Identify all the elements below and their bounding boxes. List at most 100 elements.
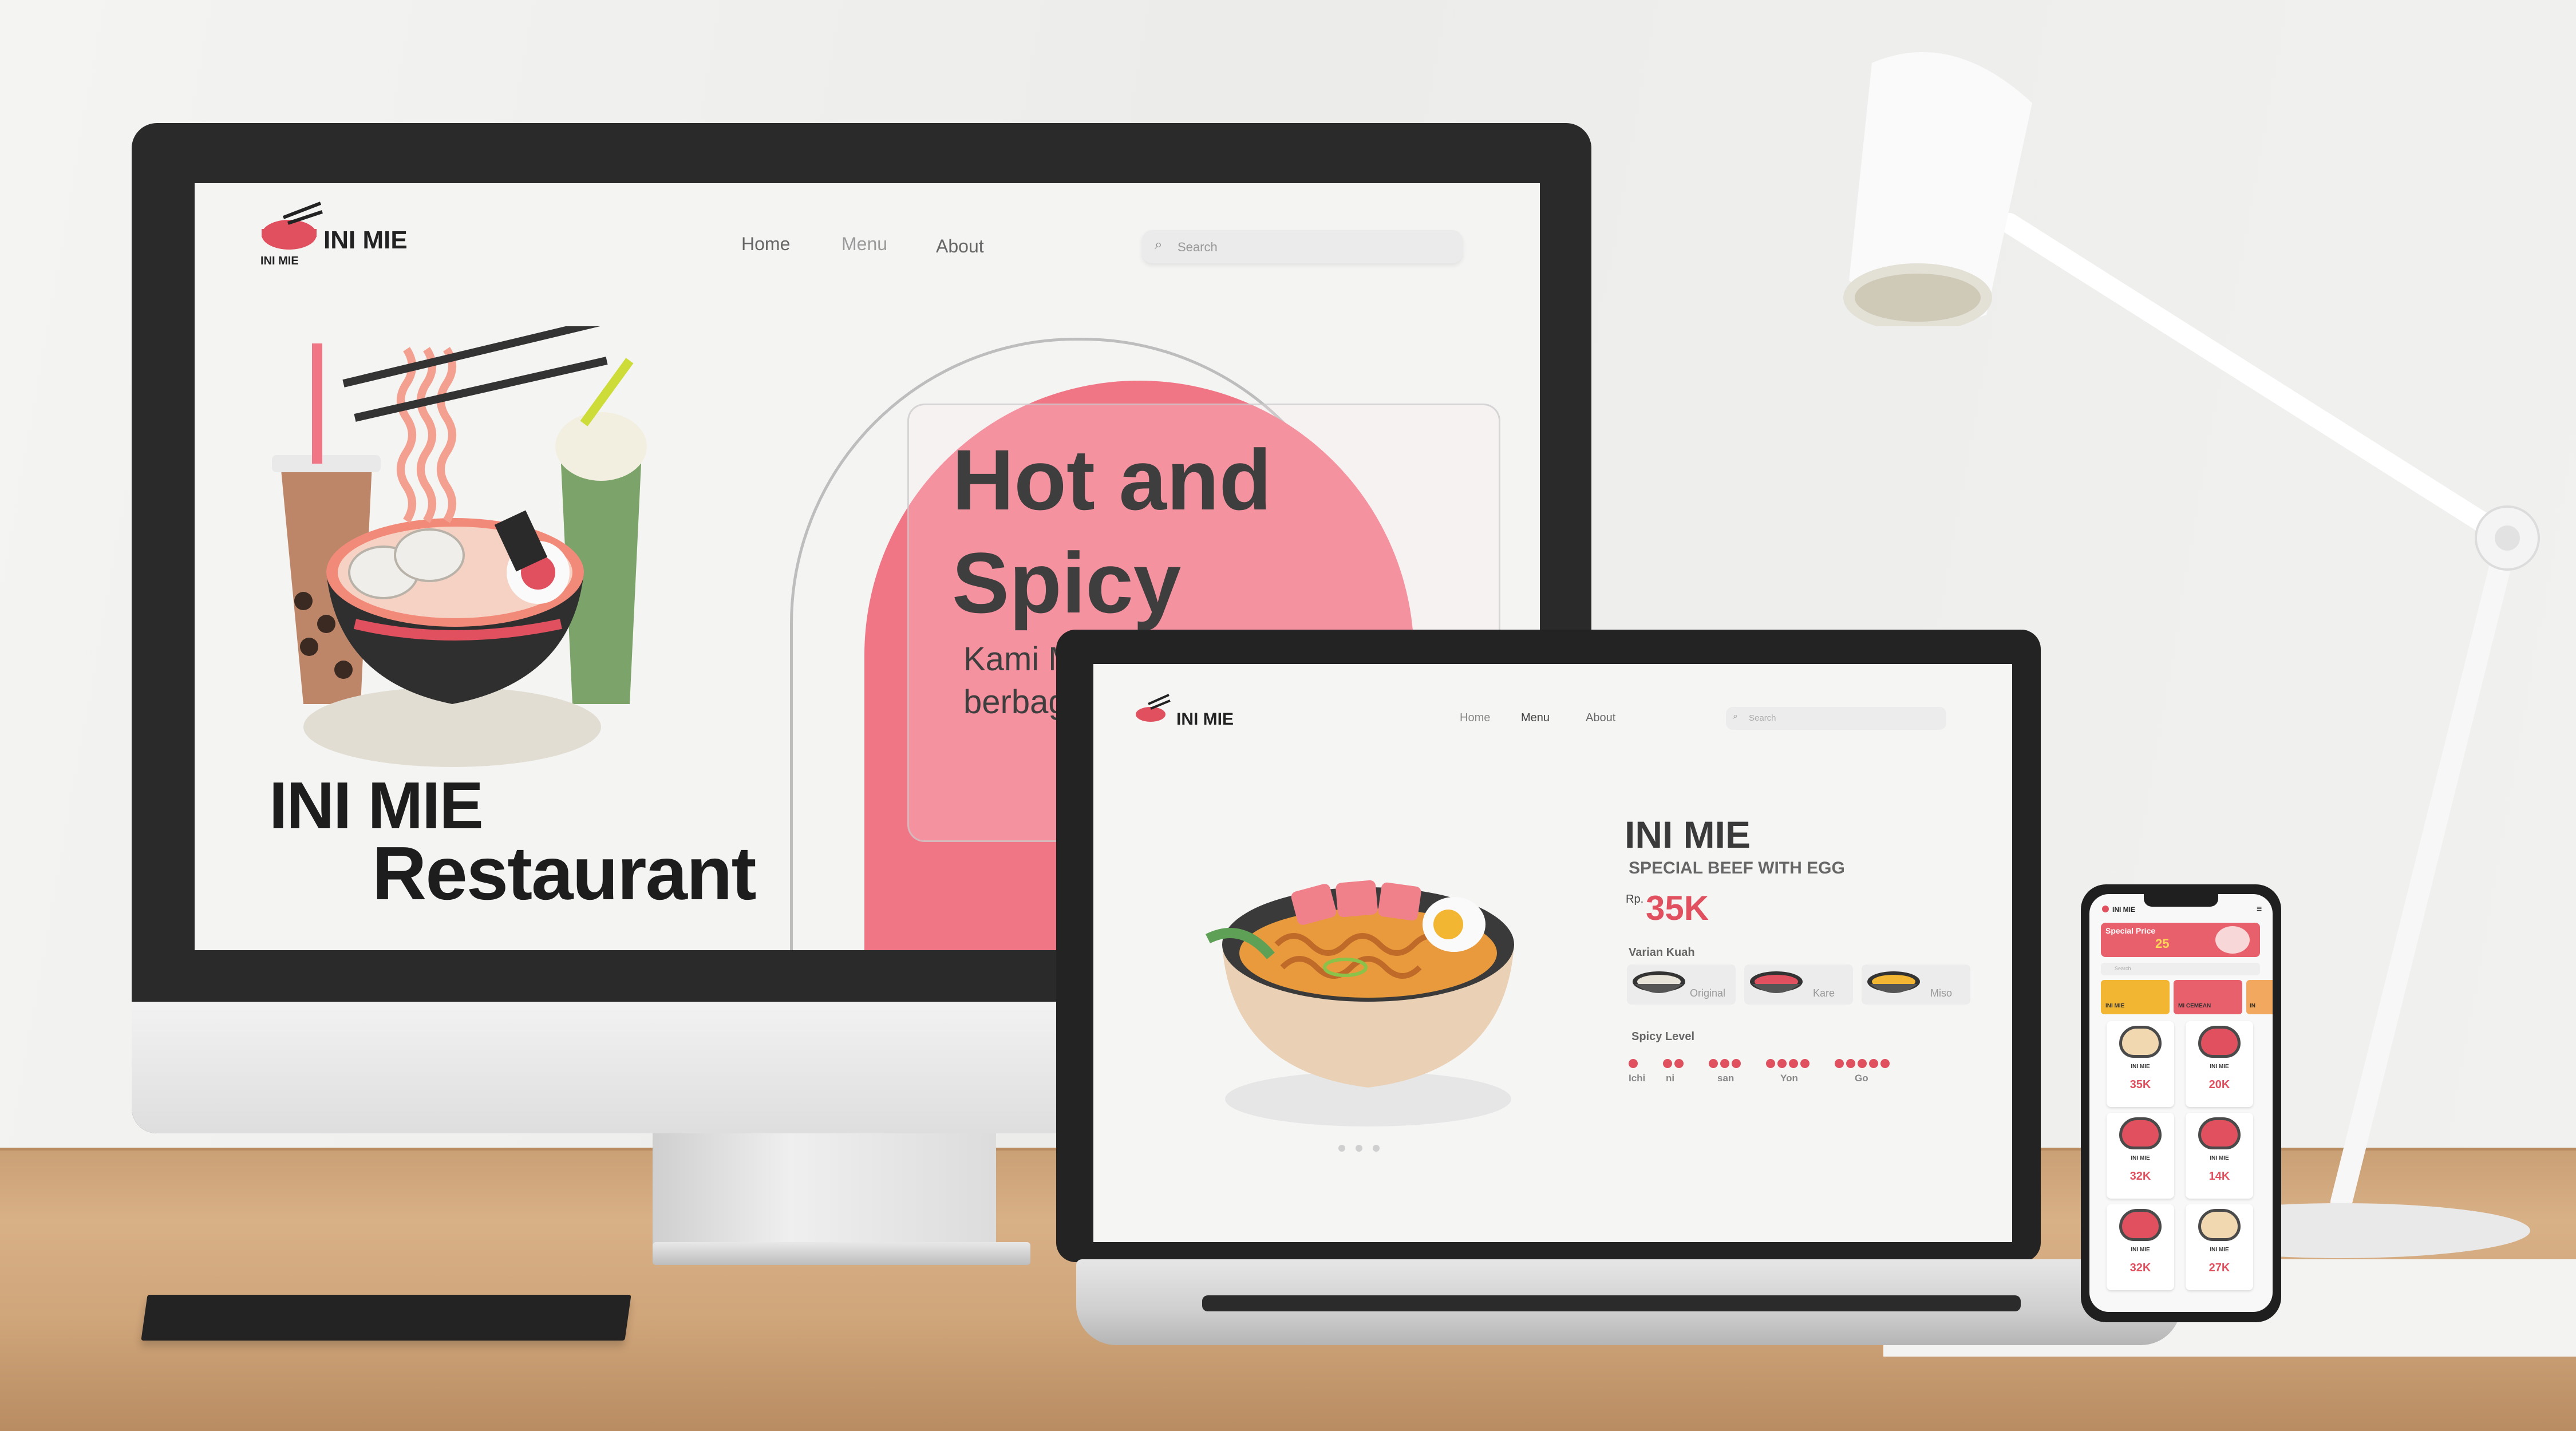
chili-dot-icon bbox=[1674, 1059, 1684, 1068]
spicy-level-label: san bbox=[1717, 1073, 1735, 1084]
menu-item-title: INI MIE bbox=[2131, 1155, 2150, 1161]
brand-name[interactable]: INI MIE bbox=[1176, 710, 1234, 729]
chili-dot-icon bbox=[1835, 1059, 1844, 1068]
monitor-stand-base bbox=[653, 1242, 1030, 1265]
spicy-level-option[interactable]: san bbox=[1709, 1059, 1743, 1093]
spicy-label: Spicy Level bbox=[1631, 1030, 1695, 1043]
carousel-dot[interactable] bbox=[1338, 1145, 1345, 1152]
spicy-level-selector[interactable]: Ichi ni san Yon Go bbox=[1629, 1059, 1949, 1099]
menu-item-card[interactable]: INI MIE 14K bbox=[2186, 1113, 2253, 1199]
ramen-illustration bbox=[272, 326, 647, 767]
menu-grid: INI MIE 35K INI MIE 20K INI MIE 32K INI MIE 14K… bbox=[2107, 1021, 2255, 1307]
broth-option-label: Kare bbox=[1813, 987, 1835, 999]
chili-dot-icon bbox=[1766, 1059, 1775, 1068]
menu-item-title: INI MIE bbox=[2210, 1247, 2229, 1253]
menu-item-title: INI MIE bbox=[2210, 1155, 2229, 1161]
menu-item-title: INI MIE bbox=[2210, 1064, 2229, 1070]
nav-about[interactable]: About bbox=[1586, 711, 1615, 725]
banner-title: Special Price bbox=[2105, 926, 2156, 935]
search-icon: ⌕ bbox=[1155, 237, 1163, 252]
spicy-level-option[interactable]: Go bbox=[1835, 1059, 1892, 1093]
spicy-level-label: Yon bbox=[1780, 1073, 1798, 1084]
brand-name[interactable]: INI MIE bbox=[2112, 906, 2135, 914]
menu-item-price: 32K bbox=[2129, 1262, 2151, 1274]
nav-home[interactable]: Home bbox=[1460, 711, 1490, 725]
laptop-screen: INI MIE Home Menu About ⌕ Search INI MIE… bbox=[1093, 664, 2012, 1242]
chili-dot-icon bbox=[1720, 1059, 1729, 1068]
chili-dot-icon bbox=[1629, 1059, 1638, 1068]
chili-dot-icon bbox=[1869, 1059, 1878, 1068]
spicy-level-option[interactable]: Ichi bbox=[1629, 1059, 1645, 1093]
spicy-level-option[interactable]: ni bbox=[1663, 1059, 1686, 1093]
hamburger-menu-icon[interactable]: ≡ bbox=[2257, 904, 2262, 915]
category-label: INI MIE bbox=[2105, 1003, 2125, 1009]
notebook bbox=[141, 1295, 631, 1341]
chili-dot-icon bbox=[1880, 1059, 1890, 1068]
brand-name[interactable]: INI MIE bbox=[323, 226, 408, 255]
category-row: INI MIE MI CEMEAN IN bbox=[2101, 980, 2273, 1014]
bowl-icon bbox=[1750, 971, 1803, 993]
menu-item-price: 27K bbox=[2208, 1262, 2230, 1274]
spicy-level-option[interactable]: Yon bbox=[1766, 1059, 1812, 1093]
banner-value: 25 bbox=[2155, 936, 2170, 951]
broth-label: Varian Kuah bbox=[1629, 946, 1695, 959]
search-input[interactable]: Search bbox=[2115, 966, 2131, 971]
nav-menu[interactable]: Menu bbox=[841, 234, 887, 255]
search-input[interactable]: Search bbox=[1178, 240, 1218, 255]
bowl-logo-icon[interactable] bbox=[2102, 906, 2109, 912]
menu-item-card[interactable]: INI MIE 32K bbox=[2107, 1204, 2174, 1290]
nav-menu[interactable]: Menu bbox=[1521, 711, 1550, 725]
phone-screen: INI MIE ≡ Special Price 25 Search INI MI… bbox=[2089, 894, 2273, 1312]
carousel-dot[interactable] bbox=[1356, 1145, 1362, 1152]
nav-about[interactable]: About bbox=[936, 236, 984, 257]
category-card[interactable]: MI CEMEAN bbox=[2174, 980, 2242, 1014]
spicy-level-label: Go bbox=[1855, 1073, 1868, 1084]
bowl-icon bbox=[2215, 926, 2250, 954]
search-bar[interactable]: ⌕ Search bbox=[1142, 230, 1463, 263]
broth-option-miso[interactable]: Miso bbox=[1862, 964, 1970, 1005]
spicy-level-label: ni bbox=[1666, 1073, 1675, 1084]
menu-item-card[interactable]: INI MIE 27K bbox=[2186, 1204, 2253, 1290]
category-label: IN bbox=[2250, 1003, 2255, 1009]
category-label: MI CEMEAN bbox=[2178, 1003, 2211, 1009]
menu-item-card[interactable]: INI MIE 32K bbox=[2107, 1113, 2174, 1199]
bowl-icon bbox=[2198, 1209, 2241, 1241]
bowl-logo-icon[interactable] bbox=[1132, 693, 1172, 730]
bowl-icon bbox=[1867, 971, 1920, 993]
bowl-icon bbox=[2119, 1026, 2162, 1058]
hero-title-line2: Spicy bbox=[952, 535, 1182, 631]
broth-option-original[interactable]: Original bbox=[1627, 964, 1736, 1005]
menu-item-card[interactable]: INI MIE 20K bbox=[2186, 1021, 2253, 1107]
bowl-icon bbox=[2119, 1117, 2162, 1149]
chili-dot-icon bbox=[1789, 1059, 1798, 1068]
bowl-icon bbox=[2198, 1026, 2241, 1058]
restaurant-title-line2: Restaurant bbox=[372, 831, 757, 915]
hero-title-line1: Hot and bbox=[952, 432, 1272, 528]
category-card[interactable]: IN bbox=[2246, 980, 2273, 1014]
laptop-keyboard-hinge bbox=[1202, 1295, 2021, 1311]
category-card[interactable]: INI MIE bbox=[2101, 980, 2170, 1014]
search-bar[interactable]: ⌕ Search bbox=[1726, 707, 1946, 730]
special-price-banner[interactable]: Special Price 25 bbox=[2101, 923, 2260, 957]
menu-item-title: INI MIE bbox=[2131, 1064, 2150, 1070]
broth-option-label: Original bbox=[1690, 987, 1726, 999]
search-bar[interactable]: Search bbox=[2101, 963, 2260, 975]
menu-item-card[interactable]: INI MIE 35K bbox=[2107, 1021, 2174, 1107]
chili-dot-icon bbox=[1858, 1059, 1867, 1068]
carousel-dots[interactable] bbox=[1338, 1145, 1396, 1153]
menu-item-price: 20K bbox=[2208, 1078, 2230, 1091]
broth-option-kare[interactable]: Kare bbox=[1744, 964, 1853, 1005]
chili-dot-icon bbox=[1663, 1059, 1672, 1068]
search-input[interactable]: Search bbox=[1749, 713, 1776, 723]
menu-item-price: 35K bbox=[2129, 1078, 2151, 1091]
product-price: 35K bbox=[1646, 889, 1709, 927]
ramen-bowl-illustration bbox=[1205, 880, 1514, 1126]
nav-home[interactable]: Home bbox=[741, 234, 790, 255]
bowl-icon bbox=[1633, 971, 1685, 993]
price-currency: Rp. bbox=[1626, 893, 1644, 906]
chili-dot-icon bbox=[1732, 1059, 1741, 1068]
product-name: SPECIAL BEEF WITH EGG bbox=[1629, 859, 1845, 877]
menu-item-title: INI MIE bbox=[2131, 1247, 2150, 1253]
menu-item-price: 32K bbox=[2129, 1170, 2151, 1183]
carousel-dot[interactable] bbox=[1373, 1145, 1380, 1152]
